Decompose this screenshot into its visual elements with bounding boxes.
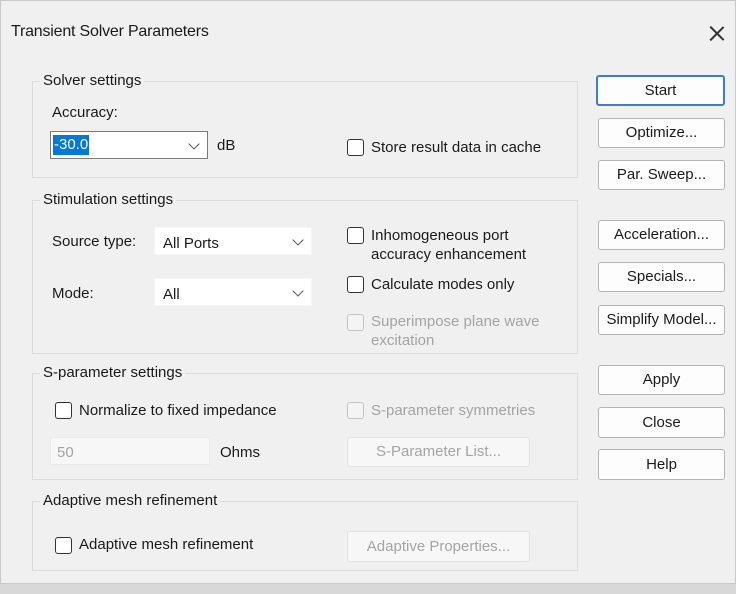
- mode-combo[interactable]: All: [154, 278, 312, 306]
- normalize-checkbox[interactable]: [55, 402, 72, 419]
- superimpose-checkbox[interactable]: [347, 314, 364, 331]
- par-sweep-button[interactable]: Par. Sweep...: [598, 160, 725, 190]
- superimpose-label-line2: excitation: [371, 332, 435, 349]
- adaptive-properties-button[interactable]: Adaptive Properties...: [347, 531, 530, 562]
- apply-button[interactable]: Apply: [598, 365, 725, 395]
- sparam-list-button[interactable]: S-Parameter List...: [347, 437, 530, 467]
- impedance-unit: Ohms: [220, 444, 261, 461]
- store-cache-label: Store result data in cache: [371, 139, 542, 156]
- adaptive-mesh-checkbox[interactable]: [55, 537, 72, 554]
- calc-modes-label: Calculate modes only: [371, 276, 515, 293]
- mode-label: Mode:: [52, 285, 94, 302]
- acceleration-button[interactable]: Acceleration...: [598, 220, 725, 250]
- accuracy-value: -30.0: [53, 135, 90, 155]
- chevron-down-icon: [292, 285, 304, 297]
- store-cache-checkbox[interactable]: [347, 139, 364, 156]
- calc-modes-checkbox[interactable]: [347, 276, 364, 293]
- source-type-label: Source type:: [52, 233, 137, 250]
- solver-settings-label: Solver settings: [40, 72, 145, 89]
- normalize-label: Normalize to fixed impedance: [79, 402, 277, 419]
- close-icon[interactable]: [701, 15, 731, 49]
- mode-value: All: [163, 286, 180, 303]
- stimulation-settings-label: Stimulation settings: [40, 191, 177, 208]
- adaptive-mesh-label: Adaptive mesh refinement: [40, 492, 221, 509]
- specials-button[interactable]: Specials...: [598, 262, 725, 292]
- superimpose-label-line1: Superimpose plane wave: [371, 313, 540, 330]
- chevron-down-icon: [188, 138, 200, 150]
- inhomogeneous-label-line2: accuracy enhancement: [371, 246, 527, 263]
- start-button[interactable]: Start: [596, 75, 725, 106]
- accuracy-combo[interactable]: -30.0: [50, 131, 208, 159]
- symmetries-label: S-parameter symmetries: [371, 402, 536, 419]
- source-type-value: All Ports: [163, 235, 219, 252]
- simplify-model-button[interactable]: Simplify Model...: [598, 305, 725, 335]
- optimize-button[interactable]: Optimize...: [598, 118, 725, 148]
- chevron-down-icon: [292, 234, 304, 246]
- inhomogeneous-checkbox[interactable]: [347, 227, 364, 244]
- title-bar: Transient Solver Parameters: [1, 1, 735, 59]
- inhomogeneous-label-line1: Inhomogeneous port: [371, 227, 509, 244]
- help-button[interactable]: Help: [598, 449, 725, 480]
- solver-settings-group: [32, 81, 578, 178]
- window-title: Transient Solver Parameters: [11, 23, 209, 40]
- impedance-value: 50: [57, 444, 74, 461]
- accuracy-unit: dB: [217, 137, 236, 154]
- adaptive-mesh-checkbox-label: Adaptive mesh refinement: [79, 536, 254, 553]
- close-button[interactable]: Close: [598, 407, 725, 438]
- source-type-combo[interactable]: All Ports: [154, 227, 312, 255]
- impedance-field[interactable]: 50: [50, 437, 210, 465]
- sparam-settings-label: S-parameter settings: [40, 364, 186, 381]
- solver-dialog: Transient Solver Parameters Solver setti…: [0, 0, 736, 584]
- symmetries-checkbox[interactable]: [347, 402, 364, 419]
- accuracy-label: Accuracy:: [52, 104, 118, 121]
